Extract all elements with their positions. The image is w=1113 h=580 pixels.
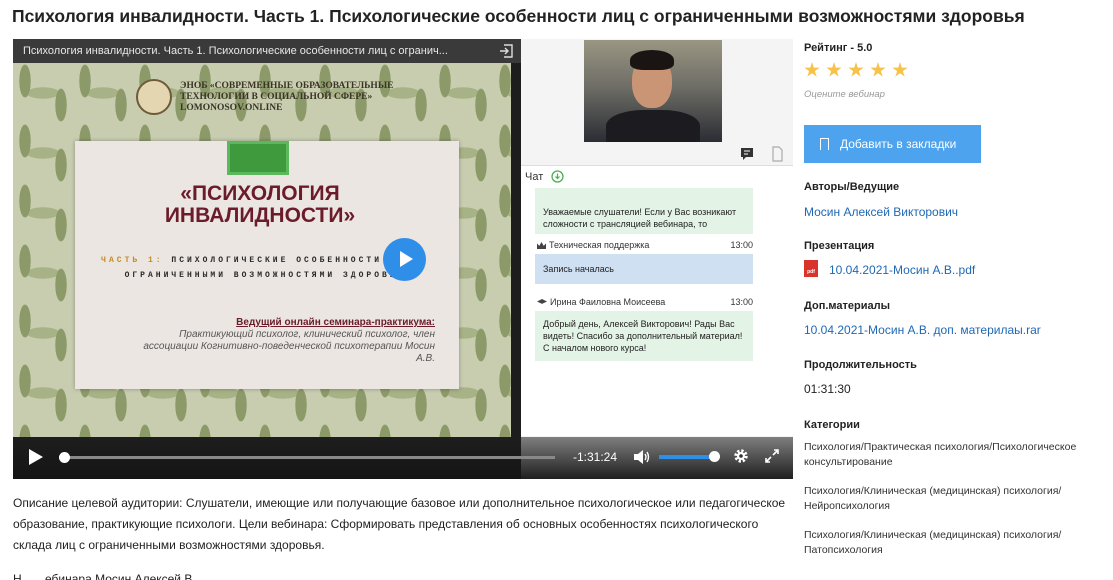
presentation-slide: ЭНОБ «СОВРЕМЕННЫЕ ОБРАЗОВАТЕЛЬНЫЕ ТЕХНОЛ… <box>13 63 511 437</box>
volume-icon[interactable] <box>633 449 651 465</box>
volume-handle[interactable] <box>709 451 720 462</box>
fullscreen-icon[interactable] <box>764 448 780 464</box>
chat-message: Добрый день, Алексей Викторович! Рады Ва… <box>535 311 753 361</box>
pdf-badge: pdf <box>807 269 815 275</box>
time-remaining: -1:31:24 <box>573 450 618 464</box>
categories-heading: Категории <box>804 419 860 431</box>
webcam-video <box>584 40 722 142</box>
chat-box: Чат Уважаемые слушатели! Если у Вас возн… <box>521 166 793 436</box>
rating-label: Рейтинг - 5.0 <box>804 42 873 54</box>
chat-title: Чат <box>525 171 544 183</box>
chat-toolbar <box>521 142 793 166</box>
category-link[interactable]: Психология/Практическая психология/Психо… <box>804 440 1104 470</box>
chat-message: Уважаемые слушатели! Если у Вас возникаю… <box>535 188 753 234</box>
volume-slider[interactable] <box>659 451 720 462</box>
player-controls: -1:31:24 <box>13 437 793 479</box>
webcam-person-shirt <box>606 110 700 142</box>
audience-description: Описание целевой аудитории: Слушатели, и… <box>13 496 786 552</box>
star-icon[interactable] <box>826 62 842 77</box>
category-link[interactable]: Психология/Клиническая (медицинская) пси… <box>804 528 1104 558</box>
slide-presenter-text: Практикующий психолог, клинический психо… <box>143 329 435 364</box>
side-panel: Чат Уважаемые слушатели! Если у Вас возн… <box>521 39 793 479</box>
presentation-link[interactable]: 10.04.2021-Мосин А.В..pdf <box>829 263 975 277</box>
slide-header: ЭНОБ «СОВРЕМЕННЫЕ ОБРАЗОВАТЕЛЬНЫЕ ТЕХНОЛ… <box>128 77 408 117</box>
slide-presenter: Ведущий онлайн семинара-практикума: Прак… <box>135 317 435 365</box>
chat-message: Запись началась <box>535 254 753 284</box>
chat-message-text: Запись началась <box>543 264 614 274</box>
exit-icon[interactable] <box>499 44 513 58</box>
chat-message-text: Уважаемые слушатели! Если у Вас возникаю… <box>543 207 737 229</box>
add-bookmark-button[interactable]: Добавить в закладки <box>804 125 981 163</box>
star-icon[interactable] <box>870 62 886 77</box>
org-logo-icon <box>136 79 172 115</box>
chat-info-icon[interactable] <box>551 170 564 183</box>
video-title: Психология инвалидности. Часть 1. Психол… <box>23 45 448 57</box>
category-link[interactable]: Психология/Клиническая (медицинская) пси… <box>804 484 1104 514</box>
chat-time: 13:00 <box>730 297 753 307</box>
duration-heading: Продолжительность <box>804 359 917 371</box>
chat-tab-icon[interactable] <box>731 142 763 166</box>
big-play-button[interactable] <box>383 238 426 281</box>
bottom-cut-text: Н... ...ебинара Мосин Алексей В... <box>13 572 203 580</box>
slide-presenter-title: Ведущий онлайн семинара-практикума: <box>236 317 435 328</box>
bookmark-icon <box>820 138 829 150</box>
chat-message-meta: Ирина Фаиловна Моисеева 13:00 <box>535 297 753 309</box>
progress-handle[interactable] <box>59 452 70 463</box>
video-topbar: Психология инвалидности. Часть 1. Психол… <box>13 39 521 63</box>
slide-green-tab <box>227 141 289 175</box>
chat-author: Ирина Фаиловна Моисеева <box>550 297 666 307</box>
video-player[interactable]: Психология инвалидности. Часть 1. Психол… <box>13 39 793 479</box>
page-title: Психология инвалидности. Часть 1. Психол… <box>12 6 1025 26</box>
add-bookmark-label: Добавить в закладки <box>840 137 957 151</box>
materials-heading: Доп.материалы <box>804 300 890 312</box>
materials-link[interactable]: 10.04.2021-Мосин А.В. доп. материлаы.rar <box>804 323 1041 337</box>
rating-stars[interactable] <box>804 62 914 83</box>
crown-icon <box>537 242 546 249</box>
pdf-file-icon: pdf <box>804 260 818 277</box>
presentation-heading: Презентация <box>804 240 875 252</box>
rate-hint: Оцените вебинар <box>804 89 885 100</box>
chat-message-meta: Техническая поддержка 13:00 <box>535 240 753 252</box>
slide-part-label: ЧАСТЬ 1: <box>101 256 164 265</box>
chat-time: 13:00 <box>730 240 753 250</box>
document-tab-icon[interactable] <box>761 142 793 166</box>
authors-heading: Авторы/Ведущие <box>804 181 900 193</box>
chat-author: Техническая поддержка <box>549 240 650 250</box>
graduation-cap-icon <box>537 299 547 304</box>
slide-heading: «ПСИХОЛОГИЯ ИНВАЛИДНОСТИ» <box>164 182 356 227</box>
star-icon[interactable] <box>848 62 864 77</box>
play-icon[interactable] <box>29 449 43 465</box>
progress-bar[interactable] <box>59 452 555 463</box>
author-link[interactable]: Мосин Алексей Викторович <box>804 205 958 219</box>
gear-icon[interactable] <box>733 448 749 464</box>
duration-value: 01:31:30 <box>804 382 851 396</box>
slide-area[interactable]: Психология инвалидности. Часть 1. Психол… <box>13 39 521 479</box>
chat-message-text: Добрый день, Алексей Викторович! Рады Ва… <box>543 319 743 353</box>
org-name: ЭНОБ «СОВРЕМЕННЫЕ ОБРАЗОВАТЕЛЬНЫЕ ТЕХНОЛ… <box>180 81 394 113</box>
webcam-person-hair <box>630 50 674 70</box>
star-icon[interactable] <box>892 62 908 77</box>
star-icon[interactable] <box>804 62 820 77</box>
